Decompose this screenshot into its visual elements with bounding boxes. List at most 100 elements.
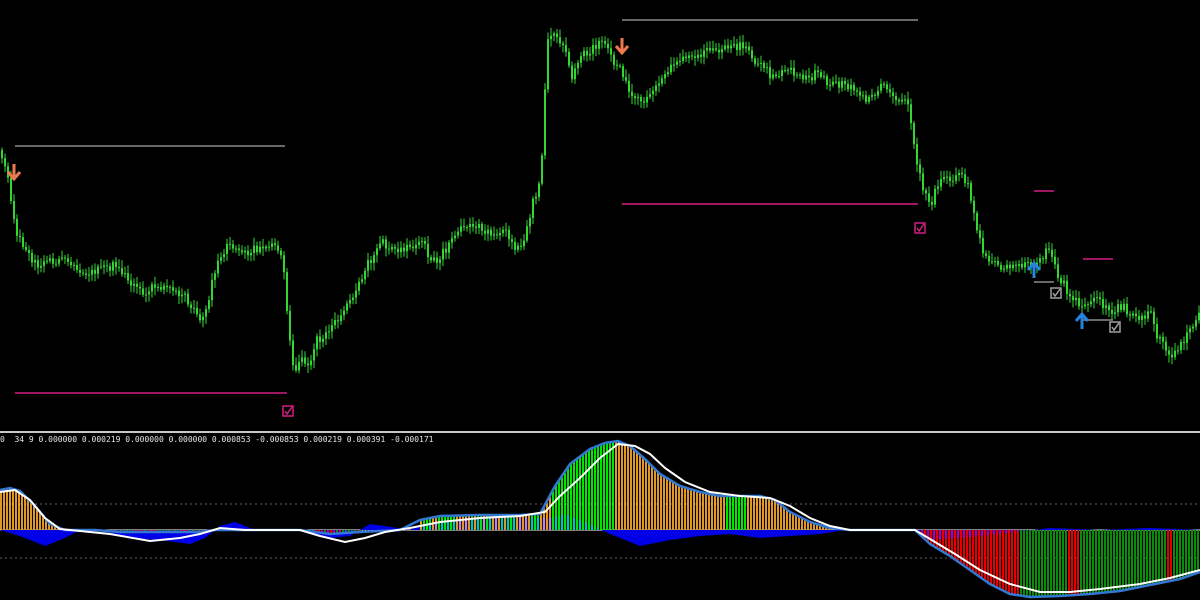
candle	[1138, 309, 1140, 325]
histogram-bar	[762, 496, 764, 530]
histogram-bar	[654, 468, 656, 530]
candle	[925, 187, 927, 201]
histogram-bar	[708, 493, 710, 530]
histogram-bar	[681, 486, 683, 530]
candle	[658, 76, 660, 93]
candle	[256, 241, 258, 256]
histogram-bar	[744, 496, 746, 530]
candle	[82, 268, 84, 277]
candle	[286, 268, 288, 315]
histogram-bar	[627, 444, 629, 530]
candle	[436, 251, 438, 270]
candle	[490, 226, 492, 241]
histogram-bar	[1161, 530, 1163, 583]
histogram-bar	[1044, 530, 1046, 597]
candle	[1015, 260, 1017, 272]
histogram-bar	[27, 498, 29, 530]
candle	[913, 120, 915, 149]
histogram-bar	[675, 483, 677, 530]
candle	[598, 37, 600, 55]
up-arrow-icon	[1074, 311, 1090, 329]
histogram-bar	[1065, 530, 1067, 596]
candle	[1159, 334, 1161, 345]
histogram-bar	[669, 479, 671, 530]
candle	[1162, 332, 1164, 350]
histogram-bar	[1023, 530, 1025, 596]
histogram-bar	[660, 474, 662, 530]
histogram-bar	[726, 496, 728, 530]
histogram-bar	[1152, 530, 1154, 585]
candle	[280, 247, 282, 260]
candle	[292, 334, 294, 371]
price-chart[interactable]	[0, 0, 1200, 430]
candle	[1189, 325, 1191, 340]
histogram-bar	[3, 489, 5, 530]
candle	[289, 304, 291, 346]
indicator-pane[interactable]	[0, 434, 1200, 600]
candle	[820, 69, 822, 80]
candle	[19, 229, 21, 243]
candle	[1021, 257, 1023, 270]
candle	[1165, 336, 1167, 356]
candle	[874, 92, 876, 101]
candle	[904, 94, 906, 105]
candle	[1087, 301, 1089, 313]
histogram-bar	[1062, 530, 1064, 596]
histogram-bar	[789, 511, 791, 530]
candle	[253, 237, 255, 261]
candle	[1081, 298, 1083, 313]
candle	[886, 81, 888, 94]
histogram-bar	[1068, 530, 1070, 596]
histogram-bar	[1191, 530, 1193, 576]
candle	[70, 256, 72, 269]
candle	[808, 67, 810, 83]
candle	[985, 250, 987, 259]
histogram-bar	[1131, 530, 1133, 589]
candle	[217, 253, 219, 278]
candle	[391, 243, 393, 253]
pane-divider[interactable]	[0, 431, 1200, 433]
candle	[52, 252, 54, 269]
candle	[916, 137, 918, 172]
candle	[499, 227, 501, 241]
candle	[1099, 292, 1101, 306]
candle	[328, 324, 330, 340]
histogram-bar	[6, 488, 8, 530]
candle	[796, 71, 798, 79]
candle	[559, 29, 561, 48]
histogram-bar	[1155, 530, 1157, 584]
candle	[64, 255, 66, 264]
candle	[769, 60, 771, 85]
histogram-bar	[1050, 530, 1052, 597]
histogram-bar	[1113, 530, 1115, 592]
histogram-bar	[1032, 530, 1034, 597]
histogram-bar	[615, 441, 617, 530]
candle	[907, 91, 909, 112]
histogram-bar	[717, 495, 719, 530]
candle	[1186, 324, 1188, 351]
candle	[1012, 260, 1014, 272]
candle	[244, 246, 246, 259]
candle	[295, 357, 297, 373]
candle	[1027, 256, 1029, 268]
candle	[604, 36, 606, 48]
histogram-bar	[1101, 530, 1103, 593]
candle	[454, 230, 456, 242]
candle	[1108, 302, 1110, 317]
histogram-bar	[1026, 530, 1028, 597]
candle	[163, 282, 165, 295]
histogram-bar	[1179, 530, 1181, 580]
candle	[466, 224, 468, 232]
candle	[544, 83, 546, 160]
histogram-bar	[930, 530, 932, 544]
candle	[142, 281, 144, 298]
histogram-bar	[573, 461, 575, 530]
candle	[409, 240, 411, 251]
histogram-bar	[618, 441, 620, 530]
histogram-bar	[699, 491, 701, 530]
candle	[61, 250, 63, 261]
candle	[1063, 274, 1065, 288]
candle	[1114, 306, 1116, 320]
candle	[1045, 243, 1047, 264]
indicator-histogram	[0, 441, 1199, 597]
